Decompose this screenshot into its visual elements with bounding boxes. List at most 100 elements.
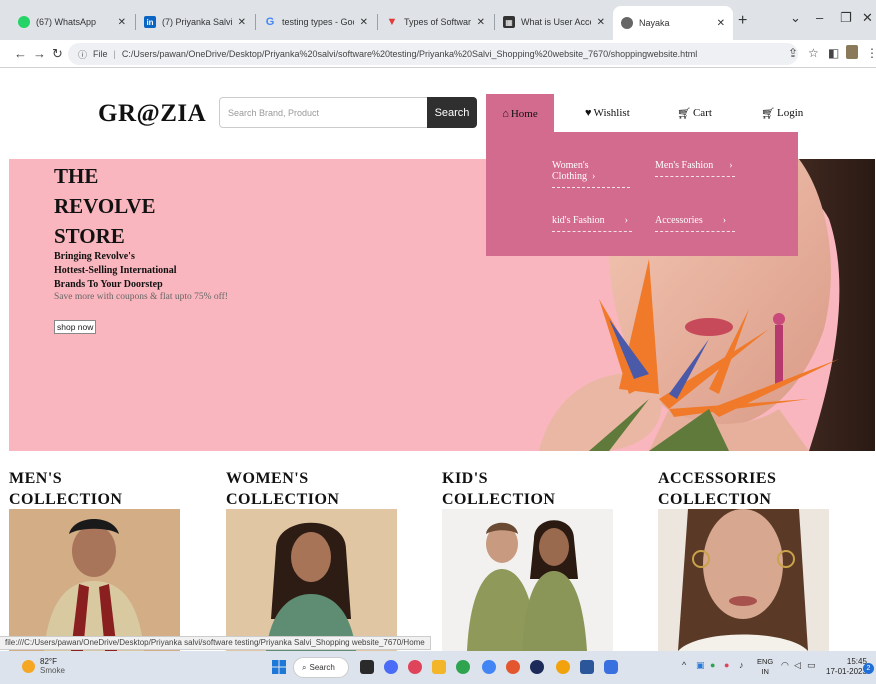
close-icon[interactable]: ✕	[477, 17, 485, 28]
search-icon: ⌕	[302, 662, 307, 672]
chevron-right-icon: ›	[722, 215, 727, 226]
tray-app-icon[interactable]: ●	[710, 660, 715, 670]
chevron-right-icon: ›	[624, 215, 628, 226]
menu-dots-icon[interactable]: ⋮	[866, 46, 876, 60]
weather-desc: Smoke	[40, 666, 65, 675]
cart-icon: 🛒︎	[677, 107, 691, 120]
tab-linkedin[interactable]: in (7) Priyanka Salvi | LinkedIn ✕	[136, 8, 254, 36]
browser-tab-strip: (67) WhatsApp ✕ in (7) Priyanka Salvi | …	[0, 0, 876, 40]
close-icon[interactable]: ✕	[238, 17, 246, 28]
system-clock[interactable]: 15:45 17-01-2023	[826, 657, 867, 677]
hero-subtitle-line: Brands To Your Doorstep	[54, 279, 163, 290]
nav-wishlist[interactable]: ♥ Wishlist	[585, 94, 630, 132]
reload-icon[interactable]: ↻	[52, 46, 63, 62]
tab-label: Types of Software Testing -	[404, 17, 471, 27]
hero-subtitle: Bringing Revolve's Hottest-Selling Inter…	[54, 250, 177, 292]
hero-subtitle-line: Hottest-Selling International	[54, 265, 177, 276]
collection-title-women[interactable]: WOMEN'S COLLECTION	[226, 468, 339, 510]
collection-title-accessories[interactable]: ACCESSORIES COLLECTION	[658, 468, 776, 510]
chevron-right-icon: ›	[729, 160, 733, 171]
women-collection-image[interactable]	[226, 509, 397, 651]
browser-toolbar: ← → ↻ ⓘ File | C:/Users/pawan/OneDrive/D…	[0, 40, 876, 68]
file-explorer-icon[interactable]	[432, 660, 446, 674]
chrome-icon[interactable]	[482, 660, 496, 674]
nav-wishlist-label: Wishlist	[593, 107, 630, 119]
app-icon[interactable]	[506, 660, 520, 674]
chrome-icon[interactable]	[556, 660, 570, 674]
site-logo[interactable]: GR@ZIA	[98, 100, 206, 128]
weather-widget[interactable]: 82°F Smoke	[22, 657, 65, 675]
restore-button[interactable]: ❐	[840, 10, 852, 26]
search-button[interactable]: Search	[427, 97, 477, 128]
bookmark-star-icon[interactable]: ☆	[808, 46, 819, 60]
close-icon[interactable]: ✕	[118, 17, 126, 28]
forward-arrow-icon[interactable]: →	[33, 46, 46, 61]
close-window-button[interactable]: ✕	[862, 10, 873, 26]
close-icon[interactable]: ✕	[597, 17, 605, 28]
sidebar-icon[interactable]: ◧	[828, 46, 839, 60]
hero-subtitle-line: Bringing Revolve's	[54, 251, 135, 262]
app-icon[interactable]	[604, 660, 618, 674]
tab-user-acceptance[interactable]: ▦ What is User Acceptance Te ✕	[495, 8, 613, 36]
tab-search-chevron-icon[interactable]: ⌄	[790, 10, 801, 26]
address-prefix: File	[93, 49, 108, 59]
collection-title-kids[interactable]: KID'S COLLECTION	[442, 468, 555, 510]
search-input[interactable]	[219, 97, 427, 128]
google-icon: G	[265, 16, 275, 28]
close-icon[interactable]: ✕	[717, 18, 725, 29]
task-view-icon[interactable]	[360, 660, 374, 674]
app-icon[interactable]	[408, 660, 422, 674]
windows-taskbar: 82°F Smoke ⌕ Search ^ ▣ ● ● ♪ ENG IN ◠ ◁…	[0, 651, 876, 684]
tab-software-testing[interactable]: ▼ Types of Software Testing - ✕	[378, 8, 493, 36]
language-indicator[interactable]: ENG IN	[757, 657, 773, 677]
close-icon[interactable]: ✕	[360, 17, 368, 28]
chat-icon[interactable]	[384, 660, 398, 674]
info-icon[interactable]: ⓘ	[78, 48, 87, 61]
notification-badge[interactable]: 2	[863, 663, 874, 674]
tab-label: Nayaka	[639, 18, 670, 28]
windows-start-icon[interactable]	[272, 660, 286, 674]
collection-title-men[interactable]: MEN'S COLLECTION	[9, 468, 122, 510]
men-collection-image[interactable]	[9, 509, 180, 651]
volume-icon[interactable]: ◁	[794, 660, 801, 671]
page-icon: ▦	[503, 16, 515, 28]
taskbar-search[interactable]: ⌕ Search	[293, 657, 349, 678]
tab-label: (7) Priyanka Salvi | LinkedIn	[162, 17, 232, 27]
dropdown-item-accessories[interactable]: Accessories ›	[655, 215, 735, 232]
tab-nayaka[interactable]: Nayaka ✕	[613, 6, 733, 40]
share-icon[interactable]: ⇪	[788, 46, 798, 60]
new-tab-button[interactable]: +	[738, 12, 747, 30]
profile-avatar[interactable]	[846, 45, 858, 59]
home-icon: ⌂	[502, 108, 509, 120]
shop-now-button[interactable]: shop now	[54, 320, 97, 334]
dropdown-item-kids-fashion[interactable]: kid's Fashion ›	[552, 215, 632, 232]
accessories-collection-image[interactable]	[658, 509, 829, 651]
guru-icon: ▼	[386, 16, 398, 28]
app-icon[interactable]	[530, 660, 544, 674]
nav-login-label: Login	[776, 107, 804, 119]
kids-collection-image[interactable]	[442, 509, 613, 651]
tray-app-icon[interactable]: ●	[724, 660, 729, 670]
microphone-icon[interactable]: ♪	[739, 660, 744, 670]
cart-icon: 🛒︎	[761, 107, 775, 120]
chevron-up-icon[interactable]: ^	[682, 660, 686, 670]
chrome-icon[interactable]	[456, 660, 470, 674]
battery-icon[interactable]: ▭	[807, 660, 816, 671]
hero-title: THE REVOLVE STORE	[54, 161, 156, 251]
address-url: C:/Users/pawan/OneDrive/Desktop/Priyanka…	[121, 49, 698, 59]
address-bar[interactable]: ⓘ File | C:/Users/pawan/OneDrive/Desktop…	[68, 43, 798, 65]
word-icon[interactable]	[580, 660, 594, 674]
tab-whatsapp[interactable]: (67) WhatsApp ✕	[10, 8, 134, 36]
dropdown-item-mens-fashion[interactable]: Men's Fashion ›	[655, 160, 735, 177]
nav-cart[interactable]: 🛒︎ Cart	[677, 94, 712, 132]
minimize-button[interactable]: –	[816, 10, 823, 25]
tray-app-icon[interactable]: ▣	[696, 660, 705, 671]
back-arrow-icon[interactable]: ←	[14, 46, 27, 61]
wifi-icon[interactable]: ◠	[781, 660, 789, 671]
tab-google[interactable]: G testing types - Google Sear ✕	[256, 8, 376, 36]
nav-home[interactable]: ⌂ Home	[486, 94, 554, 134]
nav-cart-label: Cart	[692, 107, 712, 119]
nav-login[interactable]: 🛒︎ Login	[761, 94, 803, 132]
linkedin-icon: in	[144, 16, 156, 28]
dropdown-item-womens-clothing[interactable]: Women's Clothing ›	[552, 160, 630, 188]
